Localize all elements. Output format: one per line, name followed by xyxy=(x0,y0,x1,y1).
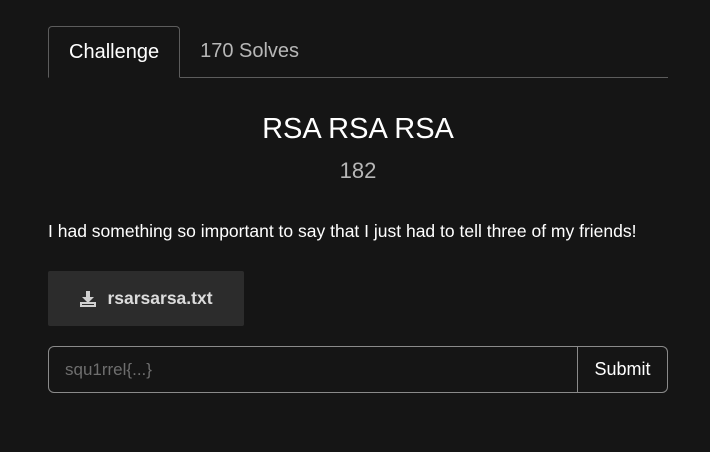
submit-button[interactable]: Submit xyxy=(578,346,668,393)
download-icon xyxy=(79,290,97,308)
challenge-title: RSA RSA RSA xyxy=(262,113,454,145)
flag-input[interactable] xyxy=(48,346,578,393)
tab-solves[interactable]: 170 Solves xyxy=(180,26,319,77)
challenge-modal: Challenge 170 Solves RSA RSA RSA 182 I h… xyxy=(48,26,668,393)
challenge-description: I had something so important to say that… xyxy=(48,221,637,241)
file-name: rsarsarsa.txt xyxy=(107,288,213,308)
tab-bar: Challenge 170 Solves xyxy=(48,26,668,78)
tab-challenge[interactable]: Challenge xyxy=(48,26,181,78)
flag-submit-row: Submit xyxy=(48,346,668,393)
file-download-button[interactable]: rsarsarsa.txt xyxy=(48,271,244,326)
challenge-points: 182 xyxy=(339,158,377,183)
